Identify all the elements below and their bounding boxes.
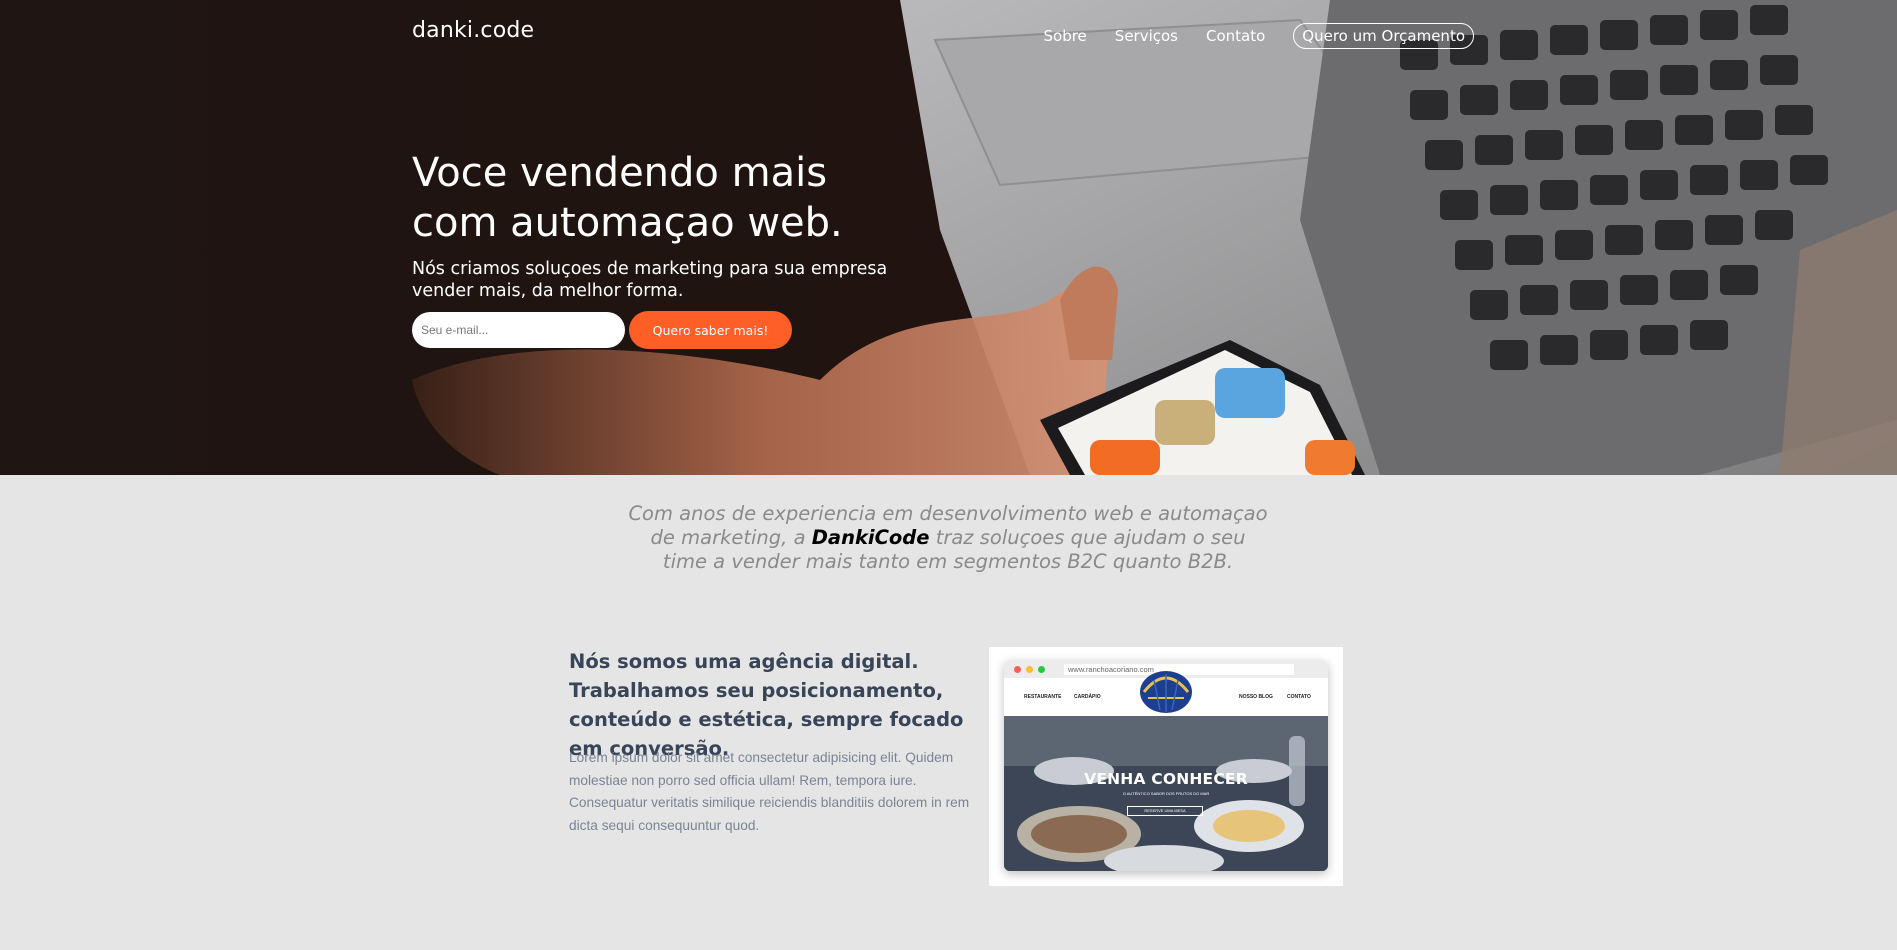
hero-signup-form: Quero saber mais! (412, 311, 792, 349)
hero-background-image (412, 0, 1897, 475)
intro-text: Com anos de experiencia em desenvolvimen… (628, 502, 1268, 574)
shell-logo-icon (1140, 671, 1192, 713)
site-logo[interactable]: danki.code (412, 18, 534, 43)
preview-nav-item: NOSSO BLOG (1239, 694, 1273, 700)
agency-body: Lorem ipsum dolor sit amet consectetur a… (569, 750, 970, 833)
hero-subtitle: Nós criamos soluçoes de marketing para s… (412, 259, 888, 301)
preview-site-hero: VENHA CONHECER O AUTÊNTICO SABOR DOS FRU… (1004, 716, 1328, 871)
hero-section: danki.code Sobre Serviços Contato Quero … (0, 0, 1897, 475)
preview-hero-title: VENHA CONHECER (1084, 770, 1248, 788)
preview-nav-item: CARDÁPIO (1074, 694, 1101, 700)
maximize-dot-icon (1038, 665, 1045, 673)
minimize-dot-icon (1026, 665, 1033, 673)
preview-reserve-button: RESERVE UMA MESA (1127, 806, 1203, 816)
main-nav: Sobre Serviços Contato Quero um Orçament… (1044, 23, 1474, 49)
nav-link-contato[interactable]: Contato (1206, 27, 1265, 45)
quote-button[interactable]: Quero um Orçamento (1293, 23, 1474, 49)
preview-nav-item: RESTAURANTE (1024, 694, 1062, 700)
email-input[interactable] (412, 312, 625, 348)
website-preview-card: www.ranchoacoriano.com RESTAURANTE CARDÁ… (989, 647, 1343, 886)
preview-nav-item: CONTATO (1287, 694, 1311, 700)
nav-link-sobre[interactable]: Sobre (1044, 27, 1087, 45)
hero-title: Voce vendendo mais com automaçao web. (412, 148, 932, 248)
learn-more-button[interactable]: Quero saber mais! (629, 311, 792, 349)
hero-title-line1: Voce vendendo mais (412, 150, 828, 196)
nav-link-servicos[interactable]: Serviços (1115, 27, 1178, 45)
hero-title-line2: com automaçao web. (412, 200, 843, 246)
intro-brand: DankiCode (811, 526, 930, 549)
browser-mockup: www.ranchoacoriano.com RESTAURANTE CARDÁ… (1004, 660, 1328, 871)
preview-hero-subtitle: O AUTÊNTICO SABOR DOS FRUTOS DO MAR (1122, 791, 1210, 796)
agency-heading: Nós somos uma agência digital. Trabalham… (569, 650, 964, 760)
close-dot-icon (1014, 665, 1021, 673)
